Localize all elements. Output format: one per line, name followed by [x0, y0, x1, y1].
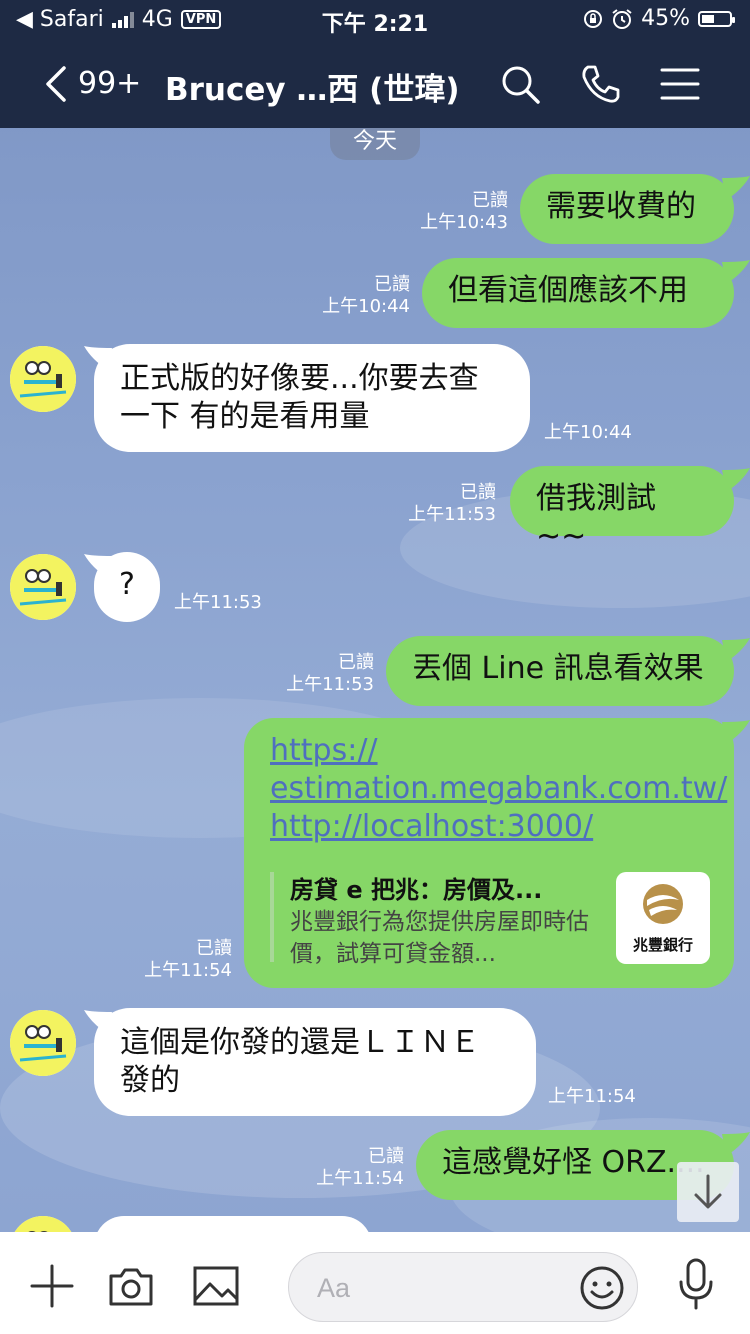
message-text: 丟個 Line 訊息看效果	[412, 651, 704, 686]
message-meta: 已讀 上午10:44	[322, 274, 410, 318]
avatar[interactable]	[10, 554, 76, 620]
message-text: 需要收費的	[546, 189, 696, 224]
read-receipt: 已讀	[196, 938, 232, 959]
microphone-icon[interactable]	[672, 1256, 720, 1312]
bubble-tail	[84, 554, 112, 578]
scroll-to-bottom-button[interactable]	[677, 1162, 739, 1222]
message-time: 上午10:43	[420, 212, 508, 233]
message-meta: 已讀 上午10:43	[420, 190, 508, 234]
message-text: 發的	[120, 1063, 180, 1098]
outgoing-message[interactable]: 借我測試 ~~	[510, 466, 734, 554]
bubble-tail	[722, 638, 750, 662]
message-text: 這個是你發的還是ＬＩＮＥ	[120, 1025, 480, 1060]
preview-accent-bar	[270, 872, 274, 962]
link-preview-card[interactable]: 房貸 e 把兆：房價及... 兆豐銀行為您提供房屋即時估價，試算可貸金額... …	[270, 868, 710, 967]
message-meta: 已讀 上午11:54	[316, 1146, 404, 1190]
battery-percent: 45%	[641, 6, 690, 31]
message-time: 上午11:54	[316, 1168, 404, 1189]
date-divider: 今天	[330, 128, 420, 160]
preview-title: 房貸 e 把兆：房價及...	[290, 876, 543, 904]
avatar-image	[10, 346, 76, 412]
arrow-down-icon	[694, 1174, 722, 1209]
bubble-tail	[722, 1132, 750, 1156]
unread-count[interactable]: 99+	[78, 66, 141, 101]
message-time: 上午10:44	[544, 422, 632, 443]
message-text: 正式版的好像要...你要去查	[120, 361, 479, 396]
message-link[interactable]: http://localhost:3000/	[270, 808, 708, 846]
avatar-image	[10, 554, 76, 620]
message-meta: 已讀 上午11:53	[408, 482, 496, 526]
image-icon[interactable]	[192, 1262, 240, 1310]
message-input-box[interactable]	[288, 1252, 638, 1322]
message-time: 上午11:53	[174, 592, 262, 613]
bubble-tail	[722, 176, 750, 200]
avatar[interactable]	[10, 346, 76, 412]
plus-icon[interactable]	[28, 1262, 76, 1310]
message-text: 這感覺好怪 ORZ....	[442, 1145, 705, 1180]
message-time: 上午11:54	[548, 1086, 636, 1107]
avatar[interactable]	[10, 1010, 76, 1076]
rotation-lock-icon	[584, 9, 603, 28]
outgoing-message[interactable]: 但看這個應該不用	[422, 258, 734, 328]
message-time: 上午10:44	[322, 296, 410, 317]
status-bar: ◀ Safari 4G VPN 下午 2:21 45%	[0, 0, 750, 40]
read-receipt: 已讀	[368, 1146, 404, 1167]
message-text: 但看這個應該不用	[448, 273, 688, 308]
read-receipt: 已讀	[472, 190, 508, 211]
back-chevron-icon[interactable]	[38, 62, 82, 106]
search-icon[interactable]	[498, 62, 542, 106]
message-meta: 已讀 上午11:54	[144, 938, 232, 982]
camera-icon[interactable]	[107, 1262, 155, 1310]
read-receipt: 已讀	[374, 274, 410, 295]
message-input[interactable]	[315, 1267, 579, 1309]
avatar-image	[10, 1010, 76, 1076]
preview-thumbnail: 兆豐銀行	[616, 872, 710, 964]
alarm-icon	[612, 8, 632, 29]
bubble-tail	[722, 720, 750, 744]
read-receipt: 已讀	[338, 652, 374, 673]
outgoing-message[interactable]: 需要收費的	[520, 174, 734, 244]
incoming-message[interactable]: 正式版的好像要...你要去查 一下 有的是看用量	[94, 344, 530, 452]
phone-call-icon[interactable]	[578, 62, 622, 106]
message-text: 一下 有的是看用量	[120, 399, 370, 434]
message-link[interactable]: https://	[270, 732, 708, 770]
preview-logo-text: 兆豐銀行	[632, 936, 693, 954]
read-receipt: 已讀	[460, 482, 496, 503]
preview-description: 兆豐銀行為您提供房屋即時估價，試算可貸金額...	[290, 909, 589, 967]
message-input-bar	[0, 1232, 750, 1334]
message-text: ?	[119, 567, 135, 602]
message-time: 上午11:53	[408, 504, 496, 525]
incoming-message[interactable]: 這個是你發的還是ＬＩＮＥ 發的	[94, 1008, 536, 1116]
battery-icon	[698, 10, 735, 27]
outgoing-message[interactable]: 丟個 Line 訊息看效果	[386, 636, 734, 706]
bubble-tail	[722, 260, 750, 284]
chat-message-list[interactable]: 今天 已讀 上午10:43 需要收費的 已讀 上午10:44 但看這個應該不用 …	[0, 128, 750, 1232]
chat-title[interactable]: Brucey …西 (世瑋)	[165, 64, 460, 109]
emoji-icon[interactable]	[579, 1265, 625, 1311]
bubble-tail	[84, 1010, 112, 1034]
message-link[interactable]: estimation.megabank.com.tw/	[270, 770, 727, 808]
incoming-message-partial[interactable]	[94, 1216, 372, 1232]
bubble-tail	[722, 468, 750, 492]
message-time: 上午11:53	[286, 674, 374, 695]
megabank-logo-icon	[643, 884, 683, 924]
bubble-tail	[84, 346, 112, 370]
message-time: 上午11:54	[144, 960, 232, 981]
chat-header: 99+ Brucey …西 (世瑋)	[0, 40, 750, 128]
menu-icon[interactable]	[658, 62, 702, 106]
message-meta: 已讀 上午11:53	[286, 652, 374, 696]
